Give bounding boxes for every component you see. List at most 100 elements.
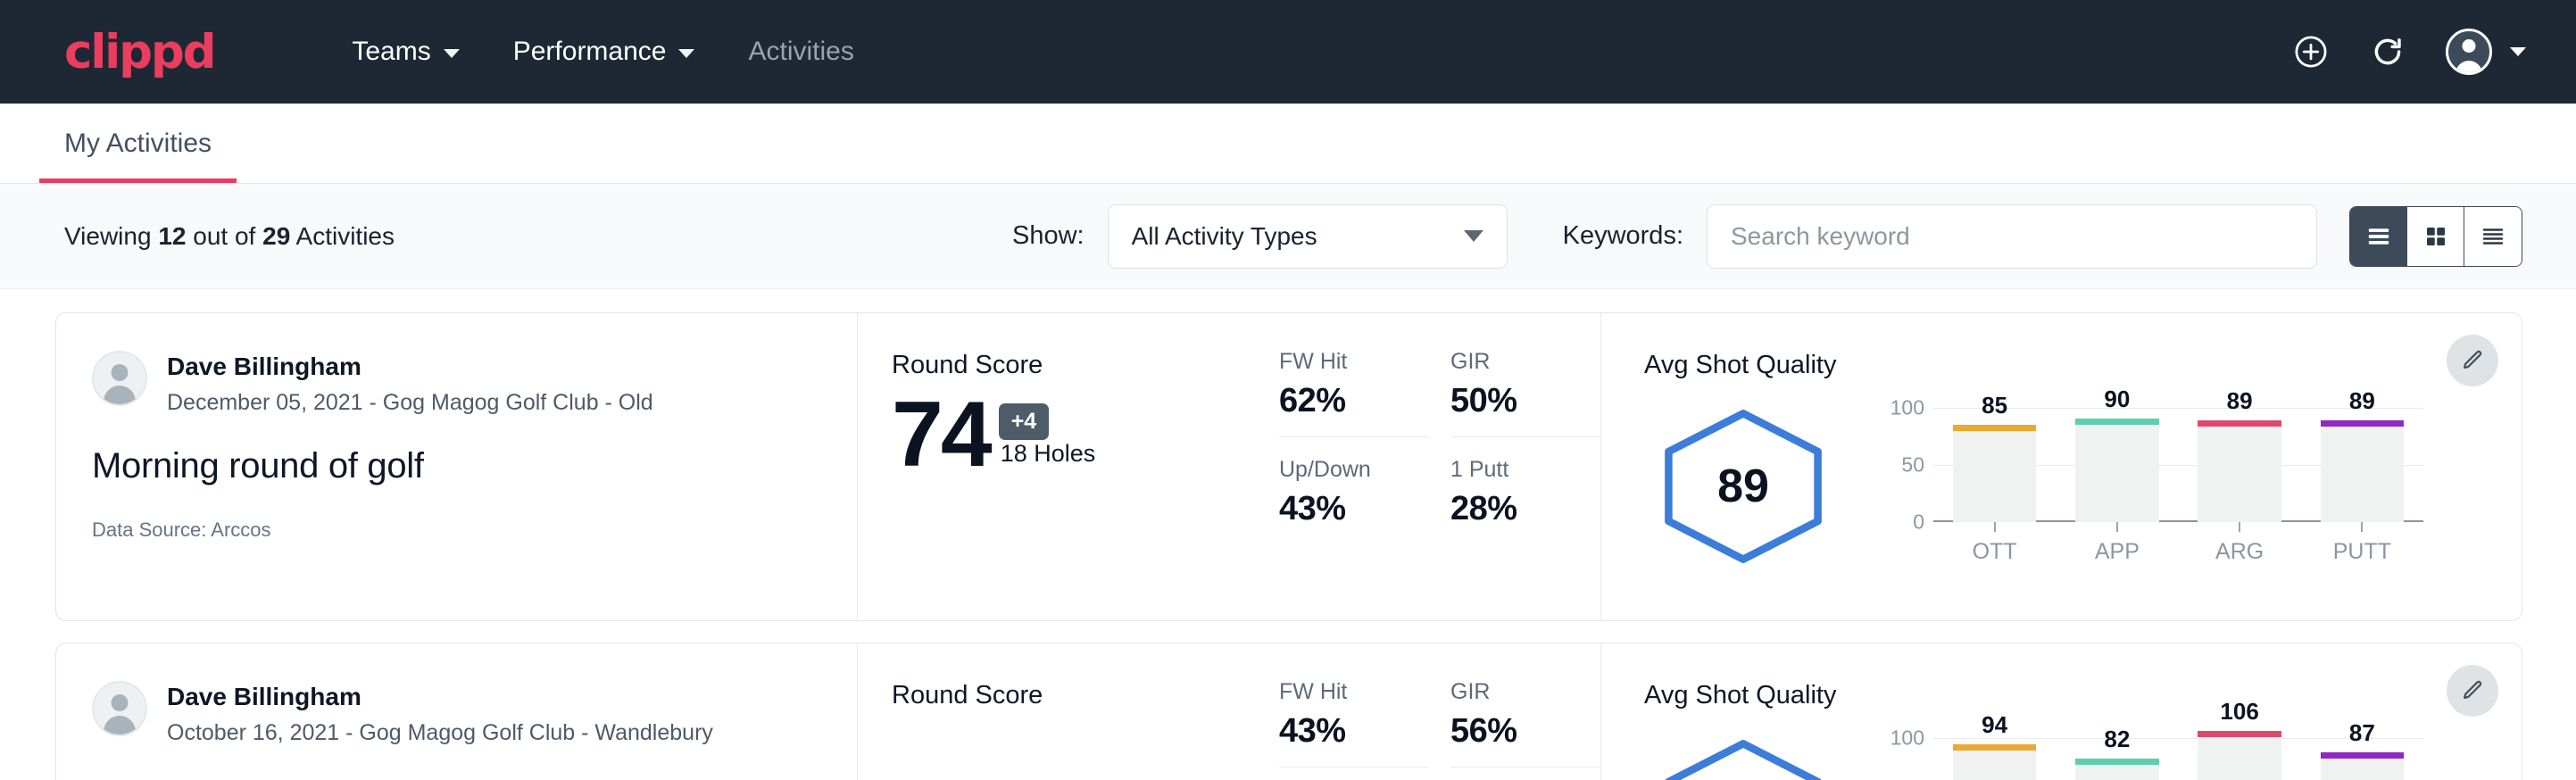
nav-item-teams-label: Teams bbox=[352, 37, 430, 67]
chart-x-label: PUTT bbox=[2333, 539, 2391, 565]
activity-card[interactable]: Dave Billingham December 05, 2021 - Gog … bbox=[55, 312, 2522, 621]
round-score-side: +4 18 Holes bbox=[990, 398, 1096, 477]
stat-gir-value: 50% bbox=[1450, 382, 1588, 420]
chart-bar-putt: 89 bbox=[2321, 420, 2404, 522]
chart-bar-cap bbox=[2321, 752, 2404, 759]
activity-card-list: Dave Billingham December 05, 2021 - Gog … bbox=[0, 289, 2576, 780]
edit-activity-button[interactable] bbox=[2447, 665, 2498, 717]
stat-fw-hit-label: FW Hit bbox=[1279, 679, 1417, 705]
chart-bar-slot: 106 bbox=[2198, 738, 2281, 780]
avatar bbox=[92, 351, 147, 406]
stat-gir-value: 56% bbox=[1450, 712, 1588, 751]
nav-item-performance[interactable]: Performance bbox=[486, 37, 722, 67]
keyword-filter: Keywords: bbox=[1563, 204, 2317, 269]
chart-x-tick: APP bbox=[2075, 522, 2158, 565]
account-menu[interactable] bbox=[2446, 29, 2526, 75]
chevron-down-icon bbox=[1464, 230, 1483, 242]
filter-controls: Show: All Activity Types Keywords: bbox=[1012, 204, 2522, 269]
nav-item-activities-label: Activities bbox=[748, 37, 853, 67]
round-score-label: Round Score bbox=[892, 681, 1279, 710]
view-mode-compact-button[interactable] bbox=[2464, 207, 2522, 266]
chart-x-label: ARG bbox=[2215, 539, 2264, 565]
player-name: Dave Billingham bbox=[167, 353, 653, 381]
stat-up-down-value: 43% bbox=[1279, 490, 1417, 528]
chart-bar-slot: 89 bbox=[2198, 408, 2281, 522]
avg-shot-quality-body: 89 100 50 0 85908989 bbox=[1644, 382, 2423, 590]
avatar-body bbox=[2456, 61, 2482, 75]
tab-my-activities-label: My Activities bbox=[64, 129, 212, 159]
nav-item-teams[interactable]: Teams bbox=[325, 37, 486, 67]
round-score-column: Round Score 74 +4 18 Holes bbox=[858, 313, 1279, 620]
avg-shot-quality-column: Avg Shot Quality 100 50 0 bbox=[1600, 643, 2522, 780]
round-score-label: Round Score bbox=[892, 351, 1279, 380]
activity-data-source: Data Source: Arccos bbox=[92, 519, 821, 542]
shot-quality-score: 89 bbox=[1658, 408, 1828, 565]
chart-bar-value: 87 bbox=[2321, 719, 2404, 747]
chart-bar-slot: 85 bbox=[1953, 408, 2036, 522]
chart-bar-group: 85 90 89 89 bbox=[1933, 408, 2423, 522]
activity-info-column: Dave Billingham December 05, 2021 - Gog … bbox=[56, 313, 858, 620]
stat-up-down: Up/Down 43% bbox=[1279, 457, 1429, 528]
viewing-total: 29 bbox=[262, 222, 290, 250]
nav-item-activities[interactable]: Activities bbox=[721, 37, 880, 67]
round-score-value: 74 bbox=[892, 394, 990, 477]
stat-gir-label: GIR bbox=[1450, 349, 1588, 375]
player-text: Dave Billingham October 16, 2021 - Gog M… bbox=[167, 681, 713, 746]
chart-bar-cap bbox=[1953, 425, 2036, 431]
chart-x-label: OTT bbox=[1973, 539, 2017, 565]
viewing-summary: Viewing 12 out of 29 Activities bbox=[64, 222, 395, 251]
viewing-middle: out of bbox=[193, 222, 255, 250]
activity-meta: December 05, 2021 - Gog Magog Golf Club … bbox=[167, 390, 653, 416]
player-header: Dave Billingham October 16, 2021 - Gog M… bbox=[92, 681, 821, 746]
view-mode-grid-button[interactable] bbox=[2407, 207, 2464, 266]
activity-type-select[interactable]: All Activity Types bbox=[1108, 204, 1508, 269]
keywords-label: Keywords: bbox=[1563, 221, 1683, 251]
nav-right-actions bbox=[2292, 29, 2526, 75]
activity-meta: October 16, 2021 - Gog Magog Golf Club -… bbox=[167, 720, 713, 746]
clippd-logo[interactable]: clippd bbox=[64, 29, 214, 76]
activity-title: Morning round of golf bbox=[92, 446, 821, 486]
chart-x-tick: OTT bbox=[1953, 522, 2036, 565]
avg-shot-quality-column: Avg Shot Quality 89 100 50 0 bbox=[1600, 313, 2522, 620]
chart-bar-value: 89 bbox=[2198, 387, 2281, 415]
avatar-body bbox=[104, 386, 136, 406]
refresh-icon[interactable] bbox=[2369, 33, 2406, 71]
stat-gir: GIR 56% bbox=[1450, 679, 1600, 768]
chart-bar-app: 90 bbox=[2075, 419, 2158, 521]
filter-toolbar: Viewing 12 out of 29 Activities Show: Al… bbox=[0, 184, 2576, 289]
activity-type-select-value: All Activity Types bbox=[1132, 222, 1317, 251]
avg-shot-quality-label: Avg Shot Quality bbox=[1644, 681, 2423, 710]
plus-circle-icon[interactable] bbox=[2292, 33, 2330, 71]
avatar-head bbox=[112, 364, 129, 381]
chart-x-tick: PUTT bbox=[2321, 522, 2404, 565]
chart-bars-region: 948210687 bbox=[1933, 738, 2423, 780]
view-mode-list-button[interactable] bbox=[2350, 207, 2407, 266]
chart-x-tick: ARG bbox=[2198, 522, 2281, 565]
stat-one-putt: 1 Putt 28% bbox=[1450, 457, 1600, 528]
search-input[interactable] bbox=[1707, 204, 2317, 269]
nav-item-performance-label: Performance bbox=[513, 37, 667, 67]
edit-activity-button[interactable] bbox=[2447, 335, 2498, 386]
holes-label: 18 Holes bbox=[1001, 440, 1096, 468]
chart-bar-value: 85 bbox=[1953, 392, 2036, 419]
chart-bar-ott: 85 bbox=[1953, 425, 2036, 522]
activity-stats-grid: FW Hit 62% GIR 50% Up/Down 43% 1 Putt 28… bbox=[1279, 313, 1600, 620]
round-score-value-row: 74 +4 18 Holes bbox=[892, 394, 1279, 477]
chart-plot-area: 100 50 0 948210687 bbox=[1876, 738, 2423, 780]
chart-bar-value: 89 bbox=[2321, 387, 2404, 415]
activity-card[interactable]: Dave Billingham October 16, 2021 - Gog M… bbox=[55, 643, 2522, 780]
top-navigation-bar: clippd Teams Performance Activities bbox=[0, 0, 2576, 104]
chart-tick-mark bbox=[2361, 522, 2363, 532]
chart-tick-mark bbox=[2116, 522, 2118, 532]
stat-fw-hit: FW Hit 43% bbox=[1279, 679, 1429, 768]
viewing-count: 12 bbox=[158, 222, 186, 250]
shot-quality-score bbox=[1658, 738, 1828, 780]
avatar-body bbox=[104, 716, 136, 736]
chevron-down-icon bbox=[2510, 47, 2526, 56]
chart-x-label: APP bbox=[2095, 539, 2140, 565]
stat-gir: GIR 50% bbox=[1450, 349, 1600, 437]
tab-my-activities[interactable]: My Activities bbox=[39, 104, 237, 183]
chart-bar-value: 94 bbox=[1953, 711, 2036, 739]
chart-bar-putt: 87 bbox=[2321, 752, 2404, 780]
chart-bar-value: 82 bbox=[2075, 726, 2158, 753]
